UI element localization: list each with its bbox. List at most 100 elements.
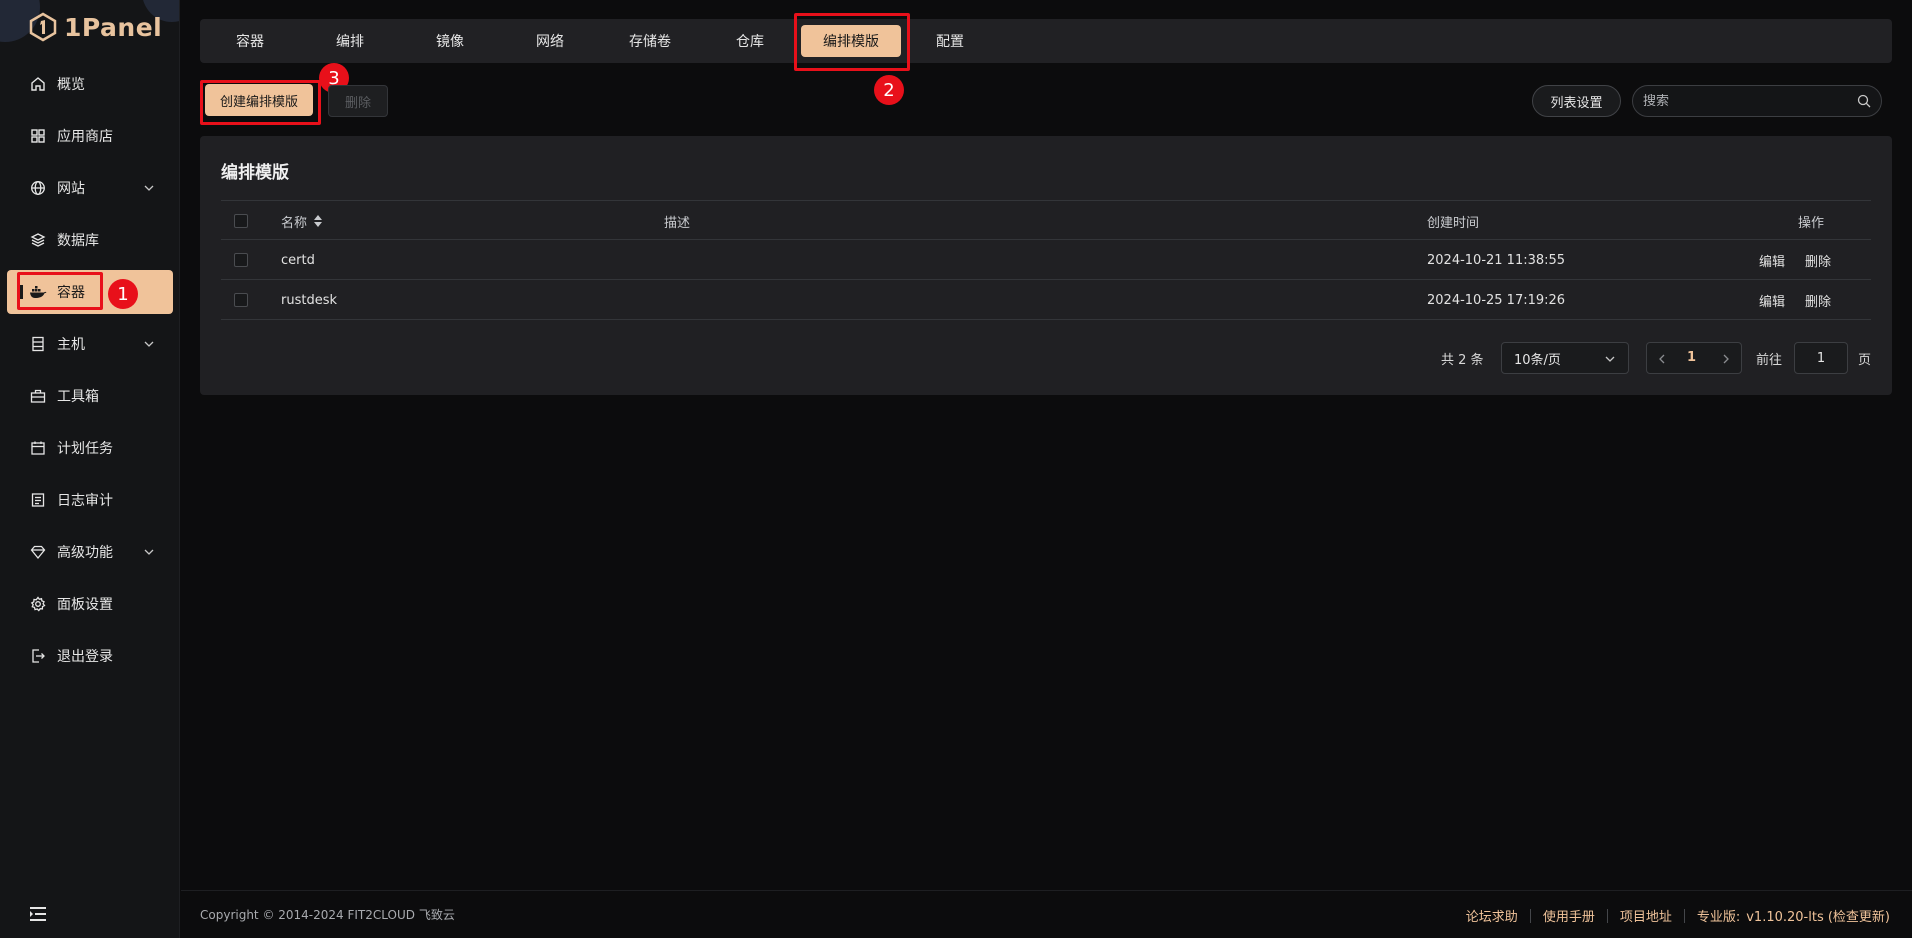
template-name-link[interactable]: certd <box>281 240 315 280</box>
forum-help-link[interactable]: 论坛求助 <box>1466 906 1518 925</box>
diamond-icon <box>29 543 47 561</box>
sidebar-item-label: 主机 <box>57 337 85 353</box>
sidebar-item-host[interactable]: 主机 <box>7 322 173 366</box>
project-address-link[interactable]: 项目地址 <box>1620 906 1672 925</box>
sidebar-item-overview[interactable]: 概览 <box>7 62 173 106</box>
column-description: 描述 <box>664 215 691 231</box>
footer-links: 论坛求助 使用手册 项目地址 专业版: v1.10.20-lts (检查更新) <box>1466 906 1890 925</box>
sort-icon[interactable] <box>313 214 323 228</box>
edit-link[interactable]: 编辑 <box>1759 240 1785 280</box>
list-settings-button[interactable]: 列表设置 <box>1532 85 1621 117</box>
sidebar-item-label: 应用商店 <box>57 129 113 145</box>
container-tabs: 容器 编排 镜像 网络 存储卷 仓库 编排模版 配置 <box>200 19 1892 63</box>
toolbox-icon <box>29 387 47 405</box>
chevron-down-icon <box>144 341 154 347</box>
sidebar-item-database[interactable]: 数据库 <box>7 218 173 262</box>
collapse-menu-icon[interactable] <box>28 904 48 924</box>
column-created: 创建时间 <box>1427 215 1480 231</box>
search-icon[interactable] <box>1857 94 1871 108</box>
sidebar-item-cronjob[interactable]: 计划任务 <box>7 426 173 470</box>
sidebar-item-label: 网站 <box>57 181 85 197</box>
divider <box>1529 908 1531 923</box>
templates-table: 名称 描述 创建时间 操作 certd 2024-10-21 11:38:55 … <box>221 200 1871 320</box>
highlight-box-3 <box>200 80 321 125</box>
row-checkbox[interactable] <box>234 253 248 267</box>
sidebar-item-website[interactable]: 网站 <box>7 166 173 210</box>
sidebar-item-toolbox[interactable]: 工具箱 <box>7 374 173 418</box>
pager: 1 <box>1646 342 1742 374</box>
gear-icon <box>29 595 47 613</box>
grid-icon <box>29 127 47 145</box>
divider <box>1683 908 1685 923</box>
card-title: 编排模版 <box>221 163 289 183</box>
globe-icon <box>29 179 47 197</box>
page-size-select[interactable]: 10条/页 <box>1501 342 1629 374</box>
template-created-time: 2024-10-21 11:38:55 <box>1427 252 1566 268</box>
table-header: 名称 描述 创建时间 操作 <box>221 200 1871 240</box>
version-link[interactable]: v1.10.20-lts (检查更新) <box>1746 906 1890 925</box>
home-icon <box>29 75 47 93</box>
user-manual-link[interactable]: 使用手册 <box>1543 906 1595 925</box>
tab-volumes[interactable]: 存储卷 <box>600 25 700 57</box>
chevron-left-icon[interactable] <box>1657 353 1667 365</box>
highlight-box-2 <box>794 13 910 71</box>
footer: Copyright © 2014-2024 FIT2CLOUD 飞致云 论坛求助… <box>181 890 1912 938</box>
template-name-link[interactable]: rustdesk <box>281 280 337 320</box>
row-checkbox[interactable] <box>234 293 248 307</box>
column-name-label: 名称 <box>281 215 308 231</box>
row-select-cell <box>234 240 248 280</box>
tab-configuration[interactable]: 配置 <box>900 25 1000 57</box>
sidebar-item-advanced[interactable]: 高级功能 <box>7 530 173 574</box>
delete-link[interactable]: 删除 <box>1805 280 1831 320</box>
sidebar: 1Panel 概览 应用商店 网站 数据库 容器 主机 工具箱 计划任务 日志审… <box>0 0 180 938</box>
highlight-box-1 <box>17 272 103 310</box>
edit-link[interactable]: 编辑 <box>1759 280 1785 320</box>
app-name: 1Panel <box>64 12 163 42</box>
sidebar-item-app-store[interactable]: 应用商店 <box>7 114 173 158</box>
sidebar-item-label: 概览 <box>57 77 85 93</box>
sidebar-item-label: 日志审计 <box>57 493 113 509</box>
template-created-time: 2024-10-25 17:19:26 <box>1427 292 1566 308</box>
chevron-down-icon <box>144 549 154 555</box>
current-page[interactable]: 1 <box>1687 350 1696 365</box>
sidebar-item-label: 面板设置 <box>57 597 113 613</box>
tab-compose[interactable]: 编排 <box>300 25 400 57</box>
column-name[interactable]: 名称 <box>281 201 323 241</box>
select-all-checkbox[interactable] <box>234 214 248 228</box>
tab-images[interactable]: 镜像 <box>400 25 500 57</box>
sidebar-item-settings[interactable]: 面板设置 <box>7 582 173 626</box>
sidebar-item-logout[interactable]: 退出登录 <box>7 634 173 678</box>
copyright-text: Copyright © 2014-2024 FIT2CLOUD 飞致云 <box>200 908 455 922</box>
goto-page-input[interactable] <box>1794 342 1848 374</box>
app-logo[interactable]: 1Panel <box>28 8 162 46</box>
sidebar-item-label: 数据库 <box>57 233 99 249</box>
tab-containers[interactable]: 容器 <box>200 25 300 57</box>
sidebar-menu: 概览 应用商店 网站 数据库 容器 主机 工具箱 计划任务 日志审计 高级功能 … <box>7 62 173 686</box>
column-actions: 操作 <box>1797 215 1824 231</box>
select-all-cell <box>234 201 248 241</box>
annotation-badge-1: 1 <box>108 279 138 309</box>
sidebar-item-label: 计划任务 <box>57 441 113 457</box>
page-size-value: 10条/页 <box>1514 352 1561 368</box>
chevron-down-icon <box>1605 356 1615 362</box>
server-icon <box>29 335 47 353</box>
delete-link[interactable]: 删除 <box>1805 240 1831 280</box>
delete-button[interactable]: 删除 <box>328 85 388 117</box>
log-icon <box>29 491 47 509</box>
sidebar-item-log-audit[interactable]: 日志审计 <box>7 478 173 522</box>
table-row: rustdesk 2024-10-25 17:19:26 编辑 删除 <box>221 280 1871 320</box>
search-input[interactable] <box>1643 93 1857 109</box>
logo-icon <box>29 12 57 42</box>
calendar-icon <box>29 439 47 457</box>
divider <box>1606 908 1608 923</box>
table-row: certd 2024-10-21 11:38:55 编辑 删除 <box>221 240 1871 280</box>
sidebar-item-label: 退出登录 <box>57 649 113 665</box>
tab-repositories[interactable]: 仓库 <box>700 25 800 57</box>
row-select-cell <box>234 280 248 320</box>
goto-suffix: 页 <box>1858 352 1872 368</box>
logout-icon <box>29 647 47 665</box>
pagination-total: 共 2 条 <box>1441 352 1484 368</box>
tab-networks[interactable]: 网络 <box>500 25 600 57</box>
annotation-badge-2: 2 <box>874 75 904 105</box>
chevron-right-icon[interactable] <box>1721 353 1731 365</box>
